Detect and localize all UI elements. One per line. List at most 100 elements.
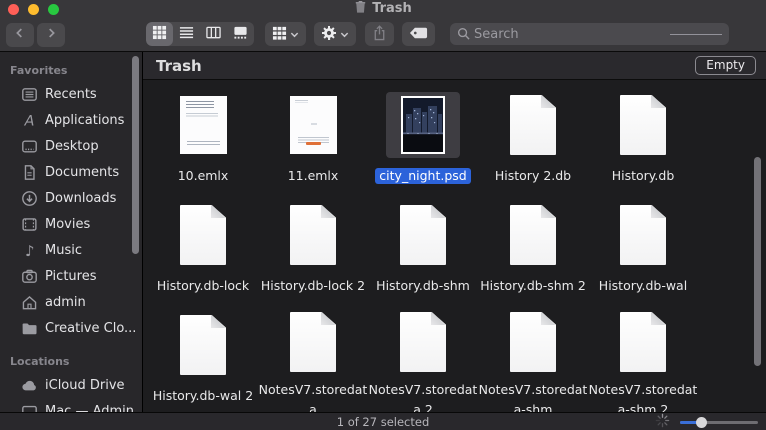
file-icon-area: [495, 88, 571, 162]
file-icon-area: [165, 308, 241, 382]
file-icon-area: [165, 88, 242, 162]
file-label: History.db-wal 2: [152, 388, 254, 403]
search-placeholder: Search: [474, 26, 519, 42]
document-icon: [510, 312, 556, 372]
document-icon: [510, 205, 556, 265]
file-icon-area: [605, 198, 681, 272]
group-icon: [272, 25, 287, 43]
sidebar-item-mac-admin[interactable]: Mac — Admin: [0, 398, 142, 412]
sidebar-item-admin[interactable]: admin: [0, 289, 142, 315]
icon-size-slider[interactable]: [680, 416, 758, 428]
sidebar-item-label: Creative Clo...: [45, 320, 137, 336]
document-icon: [620, 95, 666, 155]
sidebar-item-desktop[interactable]: Desktop: [0, 133, 142, 159]
icon-view-icon: [152, 25, 167, 43]
folder-title: Trash: [156, 56, 202, 75]
sidebar-item-pictures[interactable]: Pictures: [0, 263, 142, 289]
file-history-db-lock-2[interactable]: History.db-lock 2: [258, 198, 368, 308]
cloud-icon: [20, 376, 38, 394]
tag-button[interactable]: [402, 22, 435, 46]
file-label: NotesV7.storedata-shm: [478, 382, 588, 412]
sidebar-item-documents[interactable]: Documents: [0, 159, 142, 185]
sidebar-section: Favorites Recents A Applications Desktop…: [0, 60, 142, 341]
sidebar-item-label: Pictures: [45, 268, 97, 284]
status-bar: 1 of 27 selected: [0, 412, 766, 430]
file-notesv7-storedata-shm[interactable]: NotesV7.storedata-shm: [478, 308, 588, 412]
icon-view-button[interactable]: [146, 22, 173, 46]
sidebar-item-applications[interactable]: A Applications: [0, 107, 142, 133]
sidebar-item-recents[interactable]: Recents: [0, 81, 142, 107]
file-icon-area: [275, 198, 351, 272]
main-area: Favorites Recents A Applications Desktop…: [0, 52, 766, 412]
file-label: NotesV7.storedata 2: [368, 382, 478, 412]
sidebar-section-title: Favorites: [10, 64, 68, 77]
forward-button[interactable]: [37, 22, 65, 47]
sidebar-item-label: Movies: [45, 216, 91, 232]
document-icon: [400, 312, 446, 372]
sidebar-item-downloads[interactable]: Downloads: [0, 185, 142, 211]
view-mode-control: [146, 22, 254, 46]
file-city-night-psd[interactable]: city_night.psd: [368, 88, 478, 198]
group-button[interactable]: [265, 22, 306, 46]
sidebar-item-movies[interactable]: Movies: [0, 211, 142, 237]
close-button[interactable]: [8, 4, 19, 15]
traffic-lights: [8, 4, 59, 15]
file-label: 11.emlx: [287, 168, 339, 183]
slider-knob[interactable]: [696, 417, 707, 428]
back-icon: [13, 26, 27, 43]
file-icon-area: [605, 308, 681, 376]
file-label: History 2.db: [494, 168, 572, 183]
file-icon-area: [385, 308, 461, 376]
list-view-button[interactable]: [173, 22, 200, 46]
display-icon: [20, 402, 38, 412]
file-label: NotesV7.storedata-shm 2: [588, 382, 698, 412]
gallery-view-button[interactable]: [227, 22, 254, 46]
file-label: History.db: [611, 168, 675, 183]
document-icon: [290, 205, 336, 265]
sidebar-item-music[interactable]: ♪ Music: [0, 237, 142, 263]
back-button[interactable]: [6, 22, 34, 47]
file-grid: 10.emlx 11.emlx city_night.psd History 2…: [143, 80, 766, 412]
file-history-db-wal-2[interactable]: History.db-wal 2: [148, 308, 258, 412]
selection-status: 1 of 27 selected: [336, 414, 430, 429]
status-controls: [655, 413, 758, 430]
search-input[interactable]: Search: [450, 23, 729, 45]
file-history-db[interactable]: History.db: [588, 88, 698, 198]
file-notesv7-storedata-2[interactable]: NotesV7.storedata 2: [368, 308, 478, 412]
sidebar: Favorites Recents A Applications Desktop…: [0, 52, 143, 412]
file-history-db-lock[interactable]: History.db-lock: [148, 198, 258, 308]
action-button[interactable]: [314, 22, 356, 46]
zoom-button[interactable]: [48, 4, 59, 15]
sidebar-item-creative-cloud[interactable]: Creative Clo...: [0, 315, 142, 341]
file-11-emlx[interactable]: 11.emlx: [258, 88, 368, 198]
file-10-emlx[interactable]: 10.emlx: [148, 88, 258, 198]
file-history-db-wal[interactable]: History.db-wal: [588, 198, 698, 308]
sidebar-item-label: Recents: [45, 86, 97, 102]
sidebar-item-label: admin: [45, 294, 86, 310]
file-history-db-shm[interactable]: History.db-shm: [368, 198, 478, 308]
file-label: History.db-lock: [156, 278, 250, 293]
sidebar-item-label: Documents: [45, 164, 120, 180]
sidebar-item-label: iCloud Drive: [45, 377, 125, 393]
sidebar-item-icloud-drive[interactable]: iCloud Drive: [0, 372, 142, 398]
share-button[interactable]: [365, 22, 394, 46]
file-history-db-shm-2[interactable]: History.db-shm 2: [478, 198, 588, 308]
sidebar-section: Locations iCloud Drive Mac — Admin: [0, 351, 142, 412]
titlebar: Trash: [0, 0, 766, 17]
pictures-icon: [20, 267, 38, 285]
column-view-button[interactable]: [200, 22, 227, 46]
sidebar-item-label: Music: [45, 242, 82, 258]
file-notesv7-storedata-shm-2[interactable]: NotesV7.storedata-shm 2: [588, 308, 698, 412]
minimize-button[interactable]: [28, 4, 39, 15]
file-notesv7-storedata[interactable]: NotesV7.storedata: [258, 308, 368, 412]
content-scrollbar[interactable]: [754, 157, 761, 366]
svg-text:♪: ♪: [24, 242, 33, 259]
file-icon-area: [495, 198, 571, 272]
sidebar-scrollbar[interactable]: [132, 56, 139, 254]
file-label: History.db-shm: [376, 278, 470, 293]
column-view-icon: [206, 25, 221, 43]
file-history-2-db[interactable]: History 2.db: [478, 88, 588, 198]
file-icon-area: [275, 308, 351, 376]
downloads-icon: [20, 189, 38, 207]
empty-trash-button[interactable]: Empty: [695, 56, 756, 75]
